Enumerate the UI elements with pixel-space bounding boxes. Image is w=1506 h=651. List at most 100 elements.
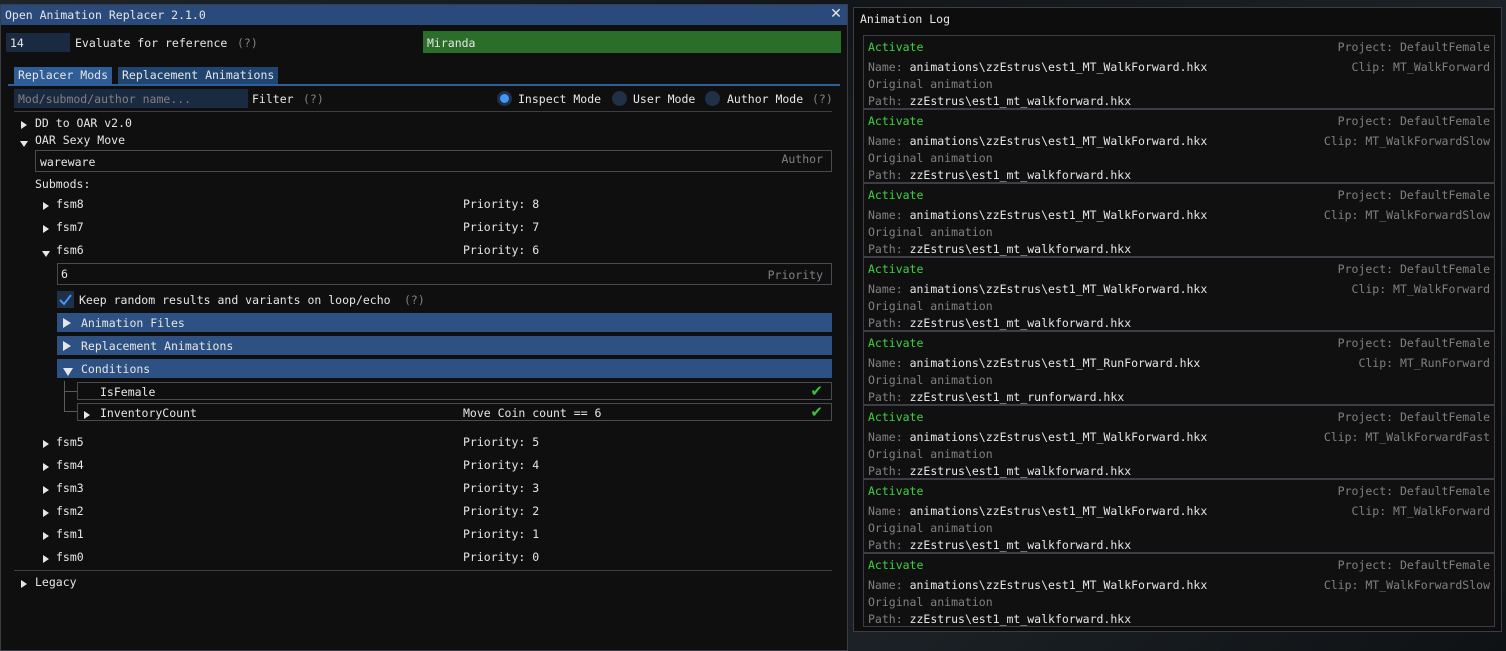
user-mode-label[interactable]: User Mode [633,92,695,106]
submod-fsm3[interactable]: fsm3 [56,481,84,495]
inspect-mode-radio[interactable] [497,91,512,106]
condition-isfemale[interactable]: IsFemale ✔ [77,382,832,400]
oar-window-title: Open Animation Replacer 2.1.0 [5,8,206,22]
submod-fsm0[interactable]: fsm0 [56,550,84,564]
log-original: Original animation [868,299,993,313]
log-entry: Activate Project: DefaultFemale Name: anim… [863,35,1495,109]
submod-fsm7[interactable]: fsm7 [56,220,84,234]
condition-inventorycount[interactable]: InventoryCount Move Coin count == 6 ✔ [77,403,832,421]
filter-help-icon[interactable]: (?) [303,92,324,106]
log-event: Activate [868,484,924,498]
author-mode-radio[interactable] [705,91,720,106]
chevron-right-icon [63,340,71,354]
log-project: Project: DefaultFemale [1337,40,1490,54]
chevron-right-icon[interactable] [21,577,27,591]
log-path: Path: zzEstrus\est1_mt_walkforward.hkx [868,464,1132,478]
submod-priority: Priority: 0 [463,550,540,564]
log-event: Activate [868,114,924,128]
submod-fsm8[interactable]: fsm8 [56,197,84,211]
reference-label: Evaluate for reference [75,36,228,50]
divider [14,570,832,571]
log-entry: Activate Project: DefaultFemale Name: anim… [863,405,1495,479]
chevron-right-icon[interactable] [43,529,49,543]
log-name: Name: animations\zzEstrus\est1_MT_WalkFo… [868,430,1208,444]
chevron-right-icon[interactable] [21,118,27,132]
submod-priority: Priority: 1 [463,527,540,541]
log-original: Original animation [868,151,993,165]
log-clip: Clip: MT_WalkForwardSlow [1323,578,1490,592]
submod-fsm4[interactable]: fsm4 [56,458,84,472]
mod-dd-to-oar[interactable]: DD to OAR v2.0 [35,116,132,130]
section-animation-files[interactable]: Animation Files [57,313,832,332]
reference-help-icon[interactable]: (?) [237,36,258,50]
log-project: Project: DefaultFemale [1337,262,1490,276]
log-project: Project: DefaultFemale [1337,484,1490,498]
oar-title-bar[interactable]: Open Animation Replacer 2.1.0 ✕ [1,5,847,25]
mod-legacy[interactable]: Legacy [35,575,77,589]
chevron-right-icon[interactable] [43,552,49,566]
keep-random-checkbox[interactable] [57,291,74,308]
log-original: Original animation [868,225,993,239]
tab-underline [8,84,840,86]
chevron-right-icon[interactable] [43,506,49,520]
log-event: Activate [868,410,924,424]
log-event: Activate [868,336,924,350]
filter-input[interactable]: Mod/submod/author name... [14,89,248,108]
log-name: Name: animations\zzEstrus\est1_MT_WalkFo… [868,504,1208,518]
log-event: Activate [868,40,924,54]
mod-oar-sexy-move[interactable]: OAR Sexy Move [35,133,125,147]
keep-random-help-icon[interactable]: (?) [404,293,425,307]
keep-random-label[interactable]: Keep random results and variants on loop… [79,293,391,307]
chevron-right-icon[interactable] [43,222,49,236]
checkmark-icon [59,294,72,306]
log-project: Project: DefaultFemale [1337,114,1490,128]
log-clip: Clip: MT_WalkForward [1351,282,1490,296]
author-mode-label[interactable]: Author Mode [727,92,803,106]
filter-label: Filter [252,92,294,106]
log-event: Activate [868,262,924,276]
priority-field[interactable]: 6 Priority [57,263,832,285]
chevron-right-icon[interactable] [43,460,49,474]
chevron-right-icon[interactable] [43,199,49,213]
submod-priority: Priority: 3 [463,481,540,495]
close-icon[interactable]: ✕ [829,6,843,22]
submod-priority: Priority: 5 [463,435,540,449]
mode-help-icon[interactable]: (?) [812,92,833,106]
reference-input[interactable]: 14 [6,33,70,52]
user-mode-radio[interactable] [612,91,627,106]
section-replacement-animations[interactable]: Replacement Animations [57,336,832,355]
log-name: Name: animations\zzEstrus\est1_MT_WalkFo… [868,208,1208,222]
chevron-right-icon[interactable] [43,437,49,451]
section-conditions[interactable]: Conditions [57,359,832,378]
chevron-down-icon[interactable] [20,136,28,150]
log-clip: Clip: MT_WalkForwardFast [1323,430,1490,444]
chevron-down-icon[interactable] [42,246,50,260]
log-project: Project: DefaultFemale [1337,558,1490,572]
inspect-mode-label[interactable]: Inspect Mode [518,92,601,106]
tree-line [64,381,65,411]
log-original: Original animation [868,595,993,609]
chevron-right-icon[interactable] [43,483,49,497]
chevron-right-icon[interactable] [84,408,90,422]
author-field[interactable]: wareware Author [35,150,832,172]
log-entry: Activate Project: DefaultFemale Name: anim… [863,331,1495,405]
log-entry: Activate Project: DefaultFemale Name: anim… [863,257,1495,331]
tab-replacement-animations[interactable]: Replacement Animations [118,67,279,84]
log-path: Path: zzEstrus\est1_mt_walkforward.hkx [868,538,1132,552]
submod-fsm1[interactable]: fsm1 [56,527,84,541]
log-path: Path: zzEstrus\est1_mt_walkforward.hkx [868,612,1132,626]
log-clip: Clip: MT_WalkForward [1351,504,1490,518]
log-project: Project: DefaultFemale [1337,188,1490,202]
log-clip: Clip: MT_WalkForwardSlow [1323,134,1490,148]
tab-replacer-mods[interactable]: Replacer Mods [14,67,113,84]
reference-target-field[interactable]: Miranda [423,31,841,53]
log-entry: Activate Project: DefaultFemale Name: anim… [863,479,1495,553]
log-path: Path: zzEstrus\est1_mt_walkforward.hkx [868,94,1132,108]
submod-fsm6[interactable]: fsm6 [56,243,84,257]
log-original: Original animation [868,373,993,387]
submod-fsm5[interactable]: fsm5 [56,435,84,449]
log-clip: Clip: MT_WalkForwardSlow [1323,208,1490,222]
submods-label: Submods: [35,177,91,191]
submod-fsm2[interactable]: fsm2 [56,504,84,518]
log-name: Name: animations\zzEstrus\est1_MT_RunFor… [868,356,1201,370]
